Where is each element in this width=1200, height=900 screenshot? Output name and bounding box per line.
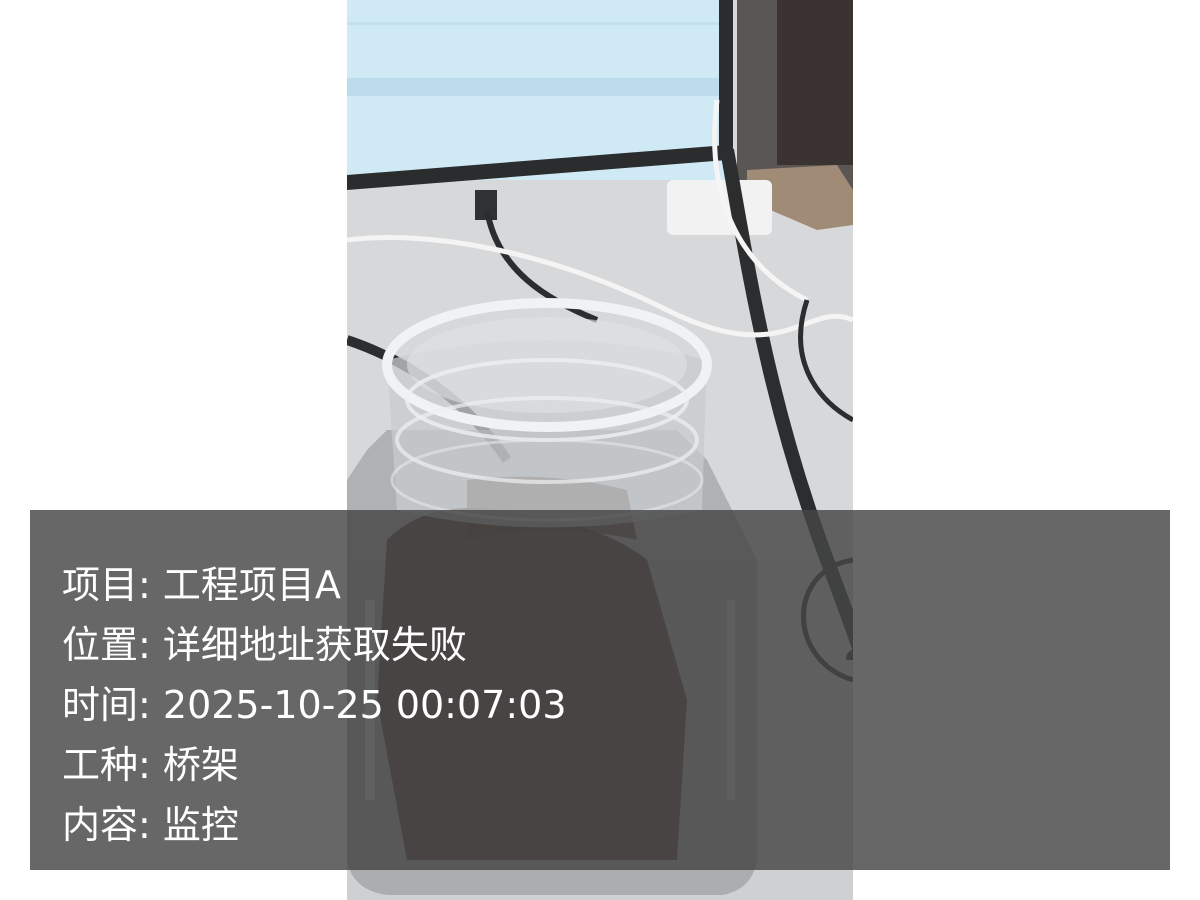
separator: :	[138, 803, 163, 847]
watermark-panel: 项目: 工程项目A 位置: 详细地址获取失败 时间: 2025-10-25 00…	[30, 510, 1170, 870]
separator: :	[138, 563, 163, 607]
watermark-line-content: 内容: 监控	[62, 795, 1170, 855]
trade-value: 桥架	[162, 743, 239, 787]
project-label: 项目	[62, 563, 139, 607]
location-value: 详细地址获取失败	[162, 623, 467, 667]
separator: :	[138, 683, 163, 727]
time-label: 时间	[62, 683, 139, 727]
separator: :	[138, 623, 163, 667]
watermark-line-project: 项目: 工程项目A	[62, 555, 1170, 615]
project-value: 工程项目A	[162, 563, 341, 607]
trade-label: 工种	[62, 743, 139, 787]
content-label: 内容	[62, 803, 139, 847]
watermark-line-location: 位置: 详细地址获取失败	[62, 615, 1170, 675]
watermark-line-trade: 工种: 桥架	[62, 735, 1170, 795]
screen: 项目: 工程项目A 位置: 详细地址获取失败 时间: 2025-10-25 00…	[0, 0, 1200, 900]
watermark-line-time: 时间: 2025-10-25 00:07:03	[62, 675, 1170, 735]
time-value: 2025-10-25 00:07:03	[162, 683, 567, 727]
separator: :	[138, 743, 163, 787]
location-label: 位置	[62, 623, 139, 667]
content-value: 监控	[162, 803, 239, 847]
